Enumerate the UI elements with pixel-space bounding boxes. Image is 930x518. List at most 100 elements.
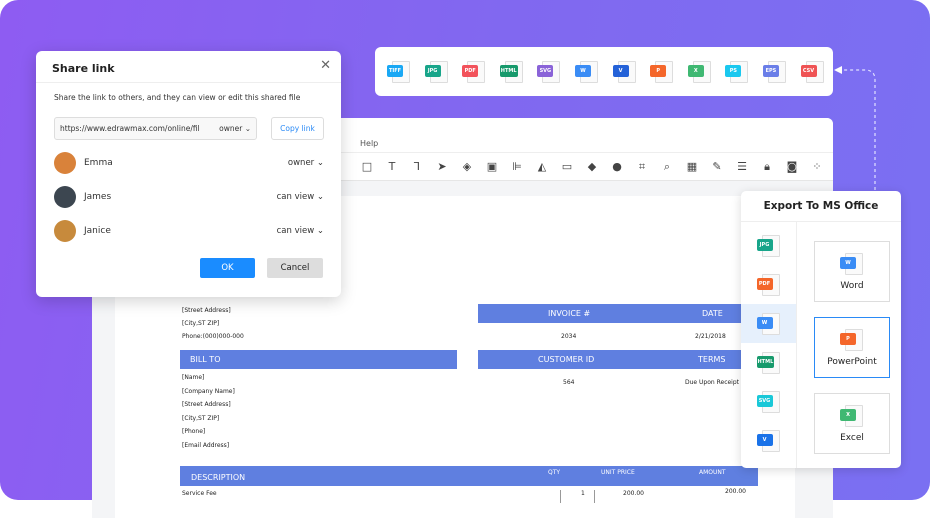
share-url: https://www.edrawmax.com/online/fil bbox=[60, 124, 200, 133]
pointer-icon[interactable]: ➤ bbox=[435, 160, 449, 173]
format-html-icon[interactable]: HTML bbox=[756, 351, 781, 375]
export-side-item[interactable]: HTML bbox=[741, 343, 796, 382]
export-powerpoint-button[interactable]: P PowerPoint bbox=[814, 317, 890, 378]
align-icon[interactable]: ⊫ bbox=[510, 160, 524, 173]
format-html-icon[interactable]: HTML bbox=[499, 60, 524, 84]
format-tag: X bbox=[687, 64, 704, 77]
card-label: PowerPoint bbox=[827, 357, 877, 367]
format-jpg-icon[interactable]: JPG bbox=[424, 60, 449, 84]
from-phone: Phone:(000)000-000 bbox=[182, 333, 244, 340]
menu-help[interactable]: Help bbox=[360, 139, 378, 148]
text-icon[interactable]: T bbox=[385, 160, 399, 173]
user-role: owner bbox=[287, 158, 315, 168]
close-icon[interactable]: ✕ bbox=[320, 58, 331, 73]
share-url-field[interactable]: https://www.edrawmax.com/online/fil owner… bbox=[54, 117, 257, 140]
export-word-button[interactable]: W Word bbox=[814, 241, 890, 302]
user-role: can view bbox=[276, 226, 315, 236]
fill-icon[interactable]: ◆ bbox=[585, 160, 599, 173]
format-tag: PDF bbox=[756, 277, 773, 290]
rectangle-icon[interactable]: □ bbox=[360, 160, 374, 173]
dialog-title: Share link bbox=[36, 51, 341, 83]
format-eps-icon[interactable]: EPS bbox=[762, 60, 787, 84]
more-icon[interactable]: ⁘ bbox=[810, 160, 824, 173]
card-label: Excel bbox=[840, 433, 864, 443]
user-name: Janice bbox=[84, 226, 111, 236]
export-side-item[interactable]: V bbox=[741, 421, 796, 460]
format-w-icon[interactable]: W bbox=[574, 60, 599, 84]
bill-street: [Street Address] bbox=[182, 401, 231, 408]
pen-icon[interactable]: ✎ bbox=[710, 160, 724, 173]
url-role: owner bbox=[219, 124, 243, 133]
ok-button[interactable]: OK bbox=[200, 258, 255, 278]
from-city: [City,ST ZIP] bbox=[182, 320, 220, 327]
format-w-icon[interactable]: W bbox=[756, 312, 781, 336]
format-tag: SVG bbox=[537, 64, 554, 77]
flip-icon[interactable]: ◭ bbox=[535, 160, 549, 173]
export-side-item[interactable]: SVG bbox=[741, 382, 796, 421]
user-name: James bbox=[84, 192, 112, 202]
invoice-header: INVOICE # DATE bbox=[478, 304, 758, 323]
format-tag: P bbox=[840, 333, 856, 345]
format-pdf-icon[interactable]: PDF bbox=[756, 273, 781, 297]
export-side-item[interactable]: W bbox=[741, 304, 796, 343]
user-row: Emma owner ⌄ bbox=[54, 152, 324, 174]
role-select[interactable]: owner ⌄ bbox=[288, 158, 324, 168]
row-qty: 1 bbox=[560, 490, 595, 503]
group-icon[interactable]: ▣ bbox=[485, 160, 499, 173]
line-style-icon[interactable]: ☰ bbox=[735, 160, 749, 173]
format-x-icon[interactable]: X bbox=[687, 60, 712, 84]
row-amount: 200.00 bbox=[725, 488, 746, 495]
cancel-button[interactable]: Cancel bbox=[267, 258, 323, 278]
chevron-down-icon: ⌄ bbox=[316, 158, 324, 168]
copy-link-button[interactable]: Copy link bbox=[271, 117, 324, 140]
export-excel-button[interactable]: X Excel bbox=[814, 393, 890, 454]
terms-label: TERMS bbox=[698, 355, 726, 364]
format-v-icon[interactable]: V bbox=[756, 429, 781, 453]
word-icon[interactable]: W bbox=[840, 252, 864, 276]
terms: Due Upon Receipt bbox=[685, 379, 740, 386]
invoice-no-label: INVOICE # bbox=[548, 309, 591, 318]
export-side-item[interactable]: PDF bbox=[741, 265, 796, 304]
invoice-no: 2034 bbox=[561, 333, 577, 340]
format-jpg-icon[interactable]: JPG bbox=[756, 234, 781, 258]
format-tag: V bbox=[756, 433, 773, 446]
col-unit-price: UNIT PRICE bbox=[601, 469, 635, 476]
format-svg-icon[interactable]: SVG bbox=[756, 390, 781, 414]
customer-id: 564 bbox=[563, 379, 575, 386]
powerpoint-icon[interactable]: P bbox=[840, 328, 864, 352]
format-svg-icon[interactable]: SVG bbox=[537, 60, 561, 84]
format-csv-icon[interactable]: CSV bbox=[800, 60, 825, 84]
export-sidebar: JPG PDF W HTML SVG V bbox=[741, 222, 797, 468]
url-role-select[interactable]: owner ⌄ bbox=[219, 124, 251, 133]
bill-to-header: BILL TO bbox=[180, 350, 457, 369]
format-tag: P bbox=[650, 64, 667, 77]
excel-icon[interactable]: X bbox=[840, 404, 864, 428]
format-v-icon[interactable]: V bbox=[612, 60, 637, 84]
connector-icon[interactable]: ⅂ bbox=[410, 160, 424, 173]
layers-icon[interactable]: ◈ bbox=[460, 160, 474, 173]
format-tag: HTML bbox=[499, 64, 518, 77]
lock-icon[interactable]: 🔒︎ bbox=[760, 160, 774, 174]
format-tag: CSV bbox=[800, 64, 817, 77]
shadow-icon[interactable]: ● bbox=[610, 160, 624, 173]
format-tiff-icon[interactable]: TIFF bbox=[387, 60, 411, 84]
format-tag: PS bbox=[725, 64, 742, 77]
role-select[interactable]: can view ⌄ bbox=[277, 192, 324, 202]
table-icon[interactable]: ▦ bbox=[685, 160, 699, 173]
format-tag: V bbox=[612, 64, 629, 77]
frame-icon[interactable]: ▭ bbox=[560, 160, 574, 173]
format-ps-icon[interactable]: PS bbox=[725, 60, 749, 84]
format-p-icon[interactable]: P bbox=[650, 60, 674, 84]
bill-email: [Email Address] bbox=[182, 442, 230, 449]
role-select[interactable]: can view ⌄ bbox=[277, 226, 324, 236]
col-description: DESCRIPTION bbox=[191, 473, 246, 482]
format-tag: HTML bbox=[756, 355, 775, 368]
search-icon[interactable]: ⌕ bbox=[660, 160, 674, 174]
format-pdf-icon[interactable]: PDF bbox=[462, 60, 486, 84]
format-tag: JPG bbox=[756, 238, 773, 251]
crop-icon[interactable]: ⌗ bbox=[635, 160, 649, 174]
user-row: Janice can view ⌄ bbox=[54, 220, 324, 242]
export-side-item[interactable]: JPG bbox=[741, 226, 796, 265]
format-tag: EPS bbox=[762, 64, 779, 77]
image-icon[interactable]: ◙ bbox=[785, 160, 799, 173]
